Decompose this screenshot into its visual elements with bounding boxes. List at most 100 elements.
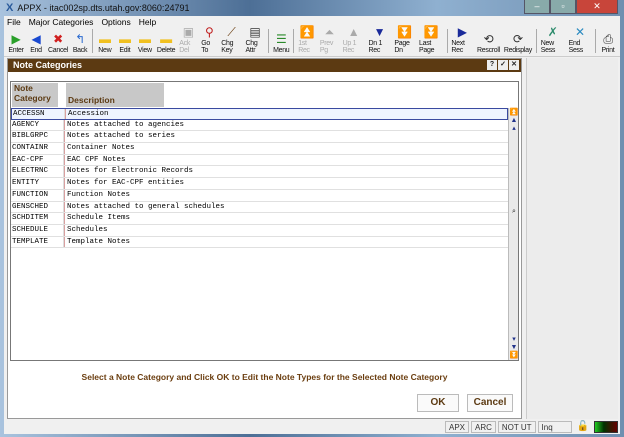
table-row[interactable]: ENTITY Notes for EAC-CPF entities — [11, 178, 508, 190]
category-cell: BIBLGRPC — [11, 131, 64, 143]
title-bar: X APPX - itac002sp.dts.utah.gov:8060:247… — [0, 0, 624, 16]
table-row[interactable]: TEMPLATE Template Notes — [11, 236, 508, 249]
toolbar-label: New Sess — [540, 40, 556, 54]
table-row[interactable]: ELECTRNC Notes for Electronic Records — [11, 166, 508, 179]
toolbar-separator — [595, 29, 596, 53]
scroll-down-icon[interactable]: ▾ — [509, 336, 519, 344]
table-row[interactable]: EAC-CPF EAC CPF Notes — [11, 154, 508, 167]
category-cell: ELECTRNC — [11, 166, 64, 178]
scroll-page-up-icon[interactable]: ▲ — [509, 117, 519, 125]
description-cell: Template Notes — [64, 236, 130, 248]
toolbar-label: New — [98, 47, 112, 54]
table-row[interactable]: ACCESSN Accession — [11, 108, 508, 120]
toolbar-end-button[interactable]: ◀ End — [28, 32, 44, 54]
category-cell: SCHEDULE — [11, 224, 64, 236]
toolbar-last-page-button[interactable]: ⏬ Last Page — [419, 25, 443, 54]
new-session-icon: ✗ — [547, 25, 558, 39]
folder-new-icon: ▬ — [98, 32, 111, 46]
status-arc: ARC — [471, 421, 496, 433]
toolbar-chg-attr-button[interactable]: ▤ Chg Attr — [246, 25, 265, 54]
table-row[interactable]: AGENCY Notes attached to agencies — [11, 119, 508, 132]
toolbar-1st-rec-button[interactable]: ⏫ 1st Rec — [298, 25, 316, 54]
toolbar-next-rec-button[interactable]: ▶ Next Rec — [451, 25, 473, 54]
scroll-up-icon[interactable]: ▴ — [509, 125, 519, 133]
toolbar-prev-pg-button[interactable]: ⏶ Prev Pg — [319, 25, 339, 55]
app-logo-icon: X — [6, 2, 14, 14]
close-button[interactable]: ✕ — [576, 0, 618, 14]
toolbar-label: End Sess — [568, 40, 584, 54]
toolbar-separator — [446, 29, 448, 53]
category-cell: AGENCY — [11, 119, 64, 131]
cancel-button[interactable]: Cancel — [467, 394, 513, 412]
menu-major-categories[interactable]: Major Categories — [29, 17, 94, 27]
status-apx: APX — [445, 421, 470, 433]
instruction-message: Select a Note Category and Click OK to E… — [81, 372, 448, 382]
table-row[interactable]: BIBLGRPC Notes attached to series — [11, 131, 508, 144]
minimize-button[interactable]: – — [524, 0, 550, 14]
toolbar-label: Next Rec — [451, 40, 465, 54]
scroll-page-down-icon[interactable]: ▼ — [509, 344, 519, 352]
description-cell: Container Notes — [64, 143, 135, 154]
description-cell: Function Notes — [64, 189, 130, 201]
cancel-icon: ✖ — [53, 32, 63, 46]
binoculars-icon[interactable]: ⌕ — [509, 208, 519, 216]
toolbar-enter-button[interactable]: ▶ Enter — [8, 32, 24, 54]
attr-icon: ▤ — [249, 25, 261, 39]
toolbar-print-button[interactable]: ⎙ Print — [600, 31, 616, 55]
printer-icon: ⎙ — [603, 31, 613, 46]
toolbar-go-to-button[interactable]: ⚲ Go To — [201, 25, 217, 54]
redisplay-icon: ⟳ — [513, 32, 523, 46]
table-row[interactable]: SCHDITEM Schedule Items — [11, 213, 508, 225]
toolbar-redisplay-button[interactable]: ⟳ Redisplay — [504, 32, 532, 54]
description-cell: Notes attached to series — [64, 131, 175, 143]
toolbar-up-1-rec-button[interactable]: ▲ Up 1 Rec — [343, 25, 365, 54]
category-cell: ENTITY — [11, 178, 64, 189]
toolbar-back-button[interactable]: ↰ Back — [72, 32, 88, 54]
toolbar-new-button[interactable]: ▬ New — [97, 32, 113, 54]
toolbar-ack-del-button[interactable]: ▣ Ack Del — [179, 25, 197, 54]
table-row[interactable]: CONTAINR Container Notes — [11, 143, 508, 155]
toolbar-label: Chg Key — [221, 40, 234, 54]
maximize-button[interactable]: ▫ — [550, 0, 576, 14]
description-cell: Accession — [65, 109, 109, 119]
client-area: File Major Categories Options Help ▶ Enter ◀ E… — [4, 16, 620, 434]
menu-file[interactable]: File — [7, 17, 21, 27]
toolbar-menu-button[interactable]: ☰ Menu — [273, 32, 290, 54]
status-bar: APX ARC NOT UT Inq 🔓 — [4, 420, 620, 434]
toolbar-label: Prev Pg — [319, 40, 334, 54]
accept-button[interactable]: ✓ — [498, 60, 508, 70]
categories-table: Note Category Description ACCESSN Accessi… — [10, 81, 519, 361]
toolbar-dn-1-rec-button[interactable]: ▼ Dn 1 Rec — [369, 25, 391, 54]
column-header-description: Description — [66, 83, 164, 107]
menu-help[interactable]: Help — [139, 17, 156, 27]
toolbar-label: Chg Attr — [245, 40, 258, 54]
folder-edit-icon: ▬ — [118, 32, 131, 46]
toolbar-separator — [535, 29, 537, 53]
folder-delete-icon: ▬ — [160, 32, 172, 46]
toolbar-delete-button[interactable]: ▬ Delete — [157, 32, 176, 54]
scroll-top-icon[interactable]: ⏫ — [509, 109, 519, 117]
ok-button[interactable]: OK — [417, 394, 459, 412]
table-row[interactable]: FUNCTION Function Notes — [11, 189, 508, 202]
toolbar-chg-key-button[interactable]: ⟋ Chg Key — [221, 25, 241, 55]
toolbar-cancel-button[interactable]: ✖ Cancel — [48, 32, 68, 54]
scroll-bottom-icon[interactable]: ⏬ — [509, 352, 519, 360]
toolbar-rescroll-button[interactable]: ⟲ Rescroll — [477, 32, 500, 54]
toolbar-new-sess-button[interactable]: ✗ New Sess — [541, 25, 565, 54]
table-row[interactable]: SCHEDULE Schedules — [11, 224, 508, 237]
vertical-scrollbar[interactable]: ⏫ ▲ ▴ ⌕ ▾ ▼ ⏬ — [508, 108, 518, 360]
toolbar-label: Edit — [119, 47, 131, 54]
description-cell: Schedule Items — [64, 213, 130, 224]
status-not-ut: NOT UT — [497, 421, 536, 433]
toolbar-edit-button[interactable]: ▬ Edit — [117, 32, 133, 54]
toolbar-page-dn-button[interactable]: ⏬ Page Dn — [394, 25, 415, 54]
toolbar-label: Dn 1 Rec — [368, 40, 383, 54]
toolbar-label: Print — [601, 47, 615, 54]
description-cell: Notes for EAC-CPF entities — [64, 178, 184, 189]
toolbar-end-sess-button[interactable]: ✕ End Sess — [569, 25, 592, 54]
menu-options[interactable]: Options — [101, 17, 130, 27]
table-row[interactable]: GENSCHED Notes attached to general schedu… — [11, 201, 508, 214]
toolbar-view-button[interactable]: ▬ View — [137, 32, 153, 54]
close-panel-button[interactable]: ✕ — [509, 60, 519, 70]
help-button[interactable]: ? — [487, 60, 497, 70]
